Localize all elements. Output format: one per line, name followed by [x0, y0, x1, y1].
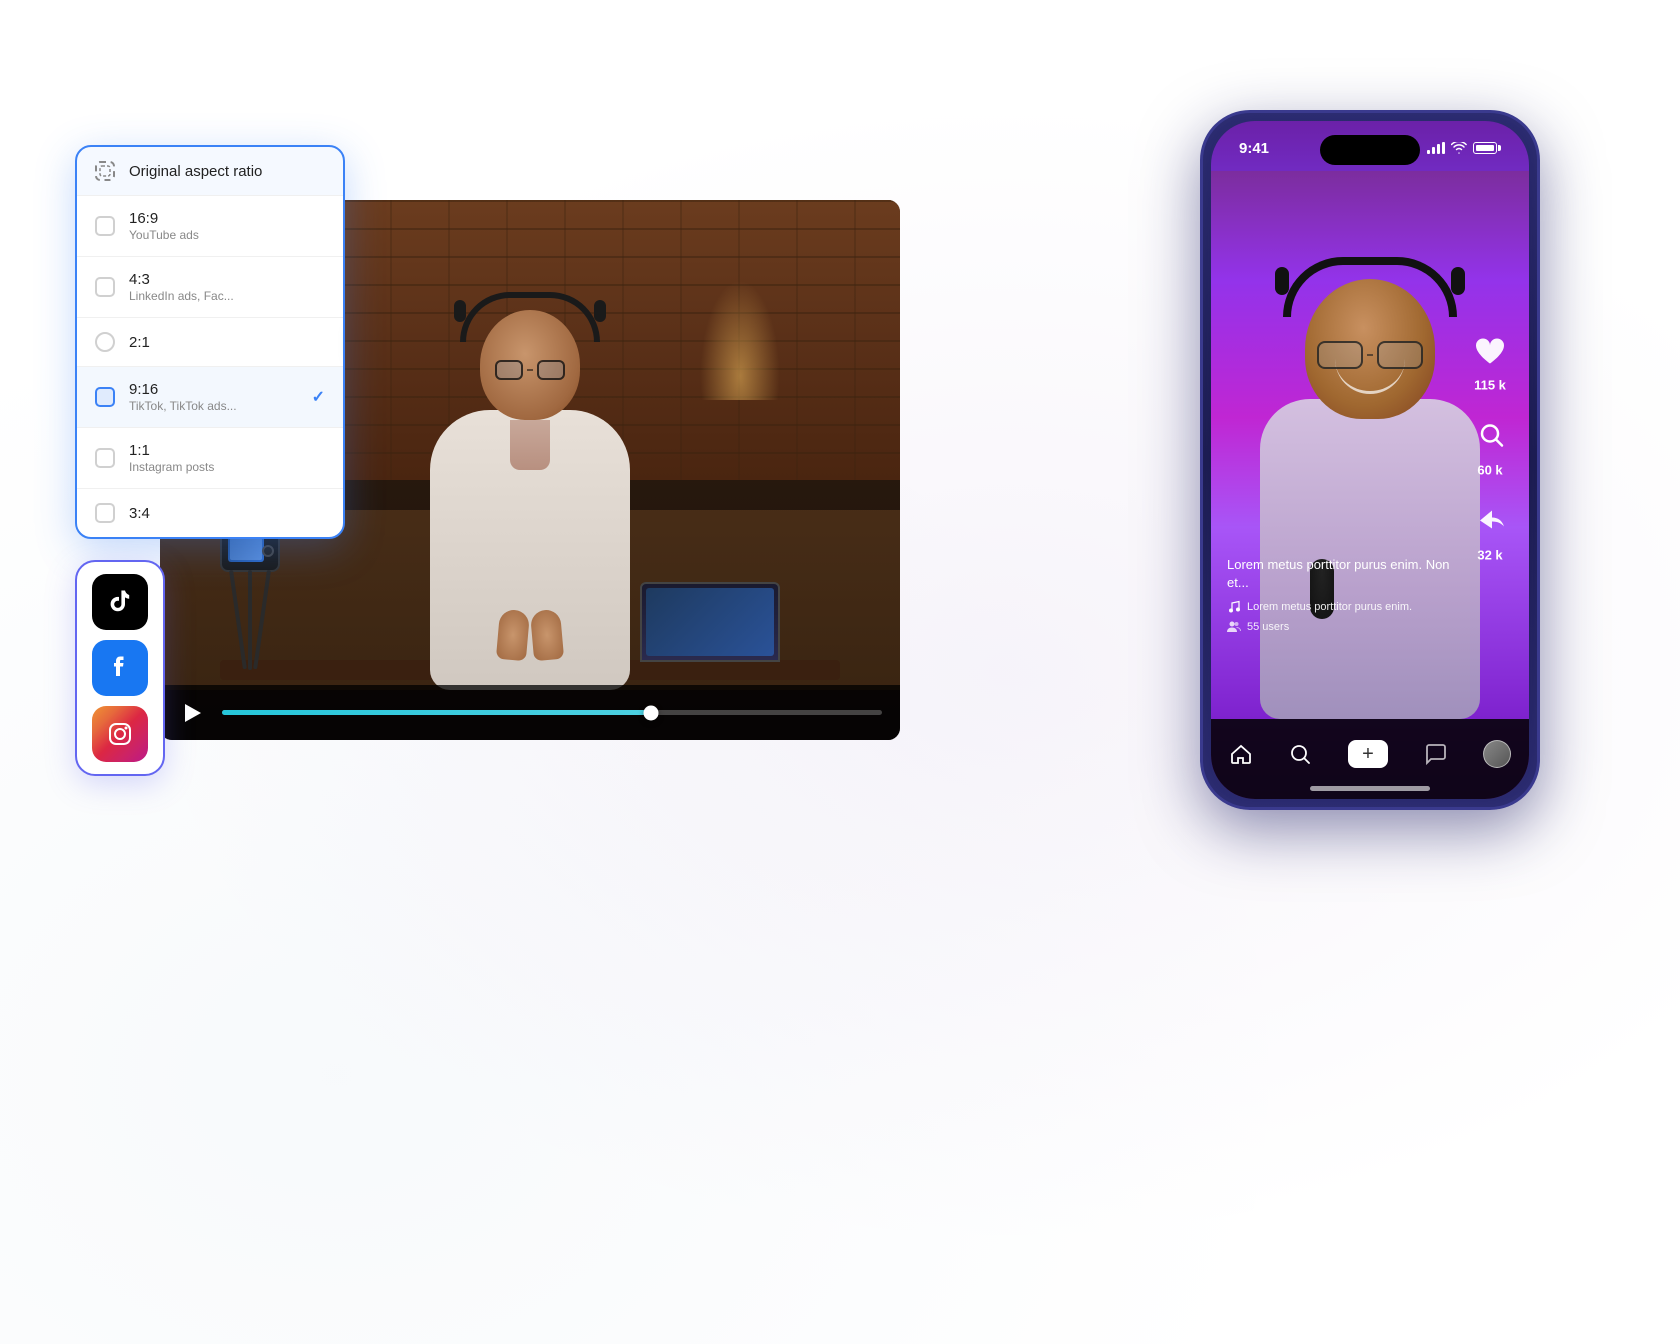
aspect-checkbox-3-4: [95, 503, 115, 523]
progress-bar[interactable]: [222, 710, 882, 715]
tiktok-share-button[interactable]: 32 k: [1467, 498, 1513, 563]
tiktok-nav-add[interactable]: +: [1348, 740, 1388, 768]
facebook-icon[interactable]: [92, 640, 148, 696]
aspect-label-2-1: 2:1: [129, 334, 325, 351]
aspect-label-1-1: 1:1 Instagram posts: [129, 442, 325, 474]
tiktok-nav-search[interactable]: [1288, 742, 1312, 766]
aspect-selected-check: ✓: [312, 387, 325, 407]
aspect-checkbox-16-9: [95, 216, 115, 236]
host-figure: [430, 410, 630, 690]
tiktok-like-button[interactable]: 115 k: [1467, 328, 1513, 393]
tiktok-users-row: 55 users: [1227, 620, 1459, 634]
profile-avatar: [1483, 740, 1511, 768]
battery-icon: [1473, 142, 1501, 154]
aspect-checkbox-4-3: [95, 277, 115, 297]
aspect-checkbox-9-16: [95, 387, 115, 407]
phone-status-icons: [1427, 142, 1501, 154]
tiktok-share-count: 32 k: [1477, 548, 1502, 563]
aspect-label-original: Original aspect ratio: [129, 163, 325, 180]
tiktok-bottom-info: Lorem metus porttitor purus enim. Non et…: [1227, 556, 1459, 634]
tiktok-music-row: Lorem metus porttitor purus enim.: [1227, 600, 1459, 614]
aspect-checkbox-original: [95, 161, 115, 181]
aspect-item-2-1[interactable]: 2:1: [77, 318, 343, 367]
tiktok-nav-profile[interactable]: [1483, 740, 1511, 768]
lamp-glow: [700, 280, 780, 400]
tiktok-content: 115 k 60 k: [1211, 171, 1529, 719]
users-icon: [1227, 620, 1241, 634]
home-nav-icon: [1229, 742, 1253, 766]
search-nav-icon: [1288, 742, 1312, 766]
aspect-item-16-9[interactable]: 16:9 YouTube ads: [77, 196, 343, 257]
tiktok-action-buttons: 115 k 60 k: [1467, 328, 1513, 563]
aspect-item-original[interactable]: Original aspect ratio: [77, 147, 343, 196]
play-button[interactable]: [178, 698, 208, 728]
wifi-icon: [1451, 142, 1467, 154]
dynamic-island: [1320, 135, 1420, 165]
tiktok-music-text: Lorem metus porttitor purus enim.: [1247, 601, 1412, 613]
aspect-label-16-9: 16:9 YouTube ads: [129, 210, 325, 242]
aspect-label-4-3: 4:3 LinkedIn ads, Fac...: [129, 271, 325, 303]
tiktok-icon[interactable]: [92, 574, 148, 630]
home-indicator: [1310, 786, 1430, 791]
aspect-label-9-16: 9:16 TikTok, TikTok ads...: [129, 381, 298, 413]
phone-time: 9:41: [1239, 140, 1269, 157]
instagram-icon[interactable]: [92, 706, 148, 762]
aspect-item-9-16[interactable]: 9:16 TikTok, TikTok ads... ✓: [77, 367, 343, 428]
aspect-item-3-4[interactable]: 3:4: [77, 489, 343, 537]
tiktok-comment-button[interactable]: 60 k: [1467, 413, 1513, 478]
tiktok-caption: Lorem metus porttitor purus enim. Non et…: [1227, 556, 1459, 592]
video-controls: [160, 685, 900, 740]
tiktok-comment-count: 60 k: [1477, 463, 1502, 478]
phone-mockup: 9:41: [1200, 110, 1540, 810]
aspect-checkbox-2-1: [95, 332, 115, 352]
aspect-label-3-4: 3:4: [129, 505, 325, 522]
inbox-nav-icon: [1424, 742, 1448, 766]
signal-icon: [1427, 142, 1445, 154]
tiktok-nav-home[interactable]: [1229, 742, 1253, 766]
tiktok-users-text: 55 users: [1247, 621, 1289, 633]
progress-thumb[interactable]: [644, 705, 659, 720]
music-icon: [1227, 600, 1241, 614]
aspect-ratio-panel: Original aspect ratio 16:9 YouTube ads 4…: [75, 145, 345, 539]
tiktok-like-count: 115 k: [1474, 378, 1506, 393]
aspect-item-4-3[interactable]: 4:3 LinkedIn ads, Fac...: [77, 257, 343, 318]
laptop: [640, 582, 780, 662]
social-icons-panel: [75, 560, 165, 776]
tiktok-nav-inbox[interactable]: [1424, 742, 1448, 766]
phone-screen: 9:41: [1211, 121, 1529, 799]
camera-tripod: [210, 530, 290, 690]
aspect-item-1-1[interactable]: 1:1 Instagram posts: [77, 428, 343, 489]
aspect-checkbox-1-1: [95, 448, 115, 468]
progress-fill: [222, 710, 651, 715]
